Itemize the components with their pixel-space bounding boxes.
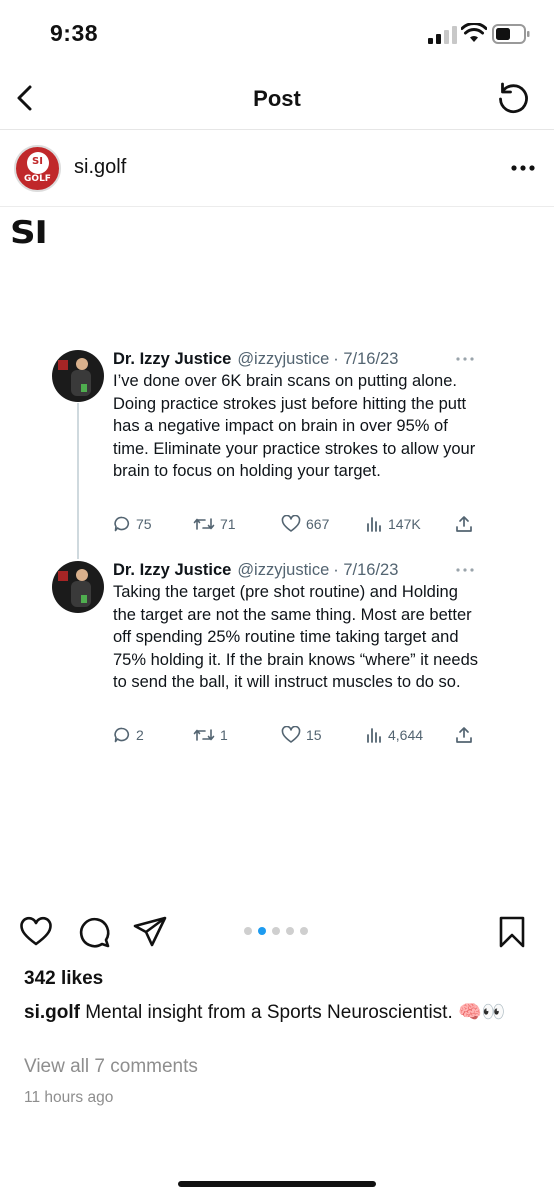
carousel-dot-active bbox=[258, 927, 266, 935]
tweet-replies: 75 bbox=[113, 513, 152, 535]
tweet-date: · 7/16/23 bbox=[333, 561, 399, 579]
heart-outline-icon bbox=[281, 726, 301, 743]
tweet-share bbox=[455, 724, 478, 746]
tweet-likes: 667 bbox=[281, 513, 329, 535]
view-count: 4,644 bbox=[388, 727, 424, 743]
tweet-actions: 75 71 667 147K bbox=[113, 513, 483, 535]
carousel-dot bbox=[300, 927, 308, 935]
tweet-date: · 7/16/23 bbox=[333, 350, 399, 368]
tweet-header: Dr. Izzy Justice @izzyjustice · 7/16/23 bbox=[113, 350, 398, 369]
avatar-logo-text: SI bbox=[32, 156, 43, 167]
post-image[interactable]: SI Dr. Izzy Justice @izzyjustice · 7/16/23… bbox=[0, 208, 554, 898]
tweet-retweets: 71 bbox=[193, 513, 236, 535]
home-indicator[interactable] bbox=[178, 1181, 376, 1187]
reply-icon bbox=[114, 516, 130, 532]
share-send-icon[interactable] bbox=[132, 914, 168, 950]
comment-icon[interactable] bbox=[76, 914, 112, 950]
navigation-bar: Post bbox=[0, 70, 554, 130]
more-options-icon[interactable] bbox=[508, 153, 538, 183]
avatar-logo-subtext: GOLF bbox=[24, 174, 51, 184]
wifi-icon bbox=[461, 23, 487, 42]
carousel-dot bbox=[244, 927, 252, 935]
retweet-icon bbox=[193, 518, 215, 530]
tweet-text: I’ve done over 6K brain scans on putting… bbox=[113, 372, 476, 481]
caption-username[interactable]: si.golf bbox=[24, 1002, 80, 1023]
tweet-avatar bbox=[52, 561, 104, 613]
carousel-indicator bbox=[244, 927, 308, 935]
cellular-signal-icon bbox=[428, 26, 457, 44]
status-time: 9:38 bbox=[50, 20, 99, 46]
post-action-bar bbox=[0, 900, 554, 964]
battery-icon bbox=[492, 24, 530, 44]
like-heart-icon[interactable] bbox=[18, 914, 54, 950]
retweet-count: 71 bbox=[220, 516, 236, 532]
reply-icon bbox=[114, 727, 130, 743]
bookmark-icon[interactable] bbox=[494, 914, 530, 950]
post-header: SI GOLF si.golf bbox=[0, 131, 554, 207]
caption-text: Mental insight from a Sports Neuroscient… bbox=[79, 1002, 506, 1023]
carousel-dot bbox=[272, 927, 280, 935]
tweet-views: 4,644 bbox=[365, 724, 423, 746]
like-count: 15 bbox=[306, 727, 322, 743]
page-title: Post bbox=[253, 86, 301, 111]
username[interactable]: si.golf bbox=[74, 156, 126, 179]
retweet-icon bbox=[193, 729, 215, 741]
reply-count: 2 bbox=[136, 727, 144, 743]
share-upload-icon bbox=[456, 727, 472, 743]
post-timestamp: 11 hours ago bbox=[24, 1089, 114, 1106]
refresh-icon[interactable] bbox=[494, 80, 532, 118]
heart-outline-icon bbox=[281, 515, 301, 532]
tweet-handle: @izzyjustice bbox=[237, 350, 330, 368]
view-comments-link[interactable]: View all 7 comments bbox=[24, 1056, 198, 1078]
avatar[interactable]: SI GOLF bbox=[14, 145, 61, 192]
tweet-avatar bbox=[52, 350, 104, 402]
tweet-card: Dr. Izzy Justice @izzyjustice · 7/16/23 Ta… bbox=[52, 561, 492, 761]
views-chart-icon bbox=[367, 728, 381, 743]
tweet-header: Dr. Izzy Justice @izzyjustice · 7/16/23 bbox=[113, 561, 398, 580]
tweet-card: Dr. Izzy Justice @izzyjustice · 7/16/23 I’… bbox=[52, 350, 492, 550]
tweet-author-name: Dr. Izzy Justice bbox=[113, 561, 232, 579]
share-upload-icon bbox=[456, 516, 472, 532]
tweet-views: 147K bbox=[365, 513, 421, 535]
tweet-text: Taking the target (pre shot routine) and… bbox=[113, 583, 479, 692]
tweet-author-name: Dr. Izzy Justice bbox=[113, 350, 232, 368]
likes-count[interactable]: 342 likes bbox=[24, 968, 103, 990]
tweet-share bbox=[455, 513, 478, 535]
tweet-handle: @izzyjustice bbox=[237, 561, 330, 579]
view-count: 147K bbox=[388, 516, 421, 532]
tweet-replies: 2 bbox=[113, 724, 144, 746]
tweet-more-icon bbox=[456, 357, 474, 361]
tweet-retweets: 1 bbox=[193, 724, 228, 746]
post-caption: si.golf Mental insight from a Sports Neu… bbox=[24, 1000, 534, 1025]
tweet-likes: 15 bbox=[281, 724, 322, 746]
tweet-more-icon bbox=[456, 568, 474, 572]
views-chart-icon bbox=[367, 517, 381, 532]
carousel-dot bbox=[286, 927, 294, 935]
brand-logo: SI bbox=[10, 215, 48, 251]
retweet-count: 1 bbox=[220, 727, 228, 743]
reply-count: 75 bbox=[136, 516, 152, 532]
tweet-actions: 2 1 15 4,644 bbox=[113, 724, 483, 746]
status-bar: 9:38 bbox=[0, 0, 554, 70]
like-count: 667 bbox=[306, 516, 330, 532]
